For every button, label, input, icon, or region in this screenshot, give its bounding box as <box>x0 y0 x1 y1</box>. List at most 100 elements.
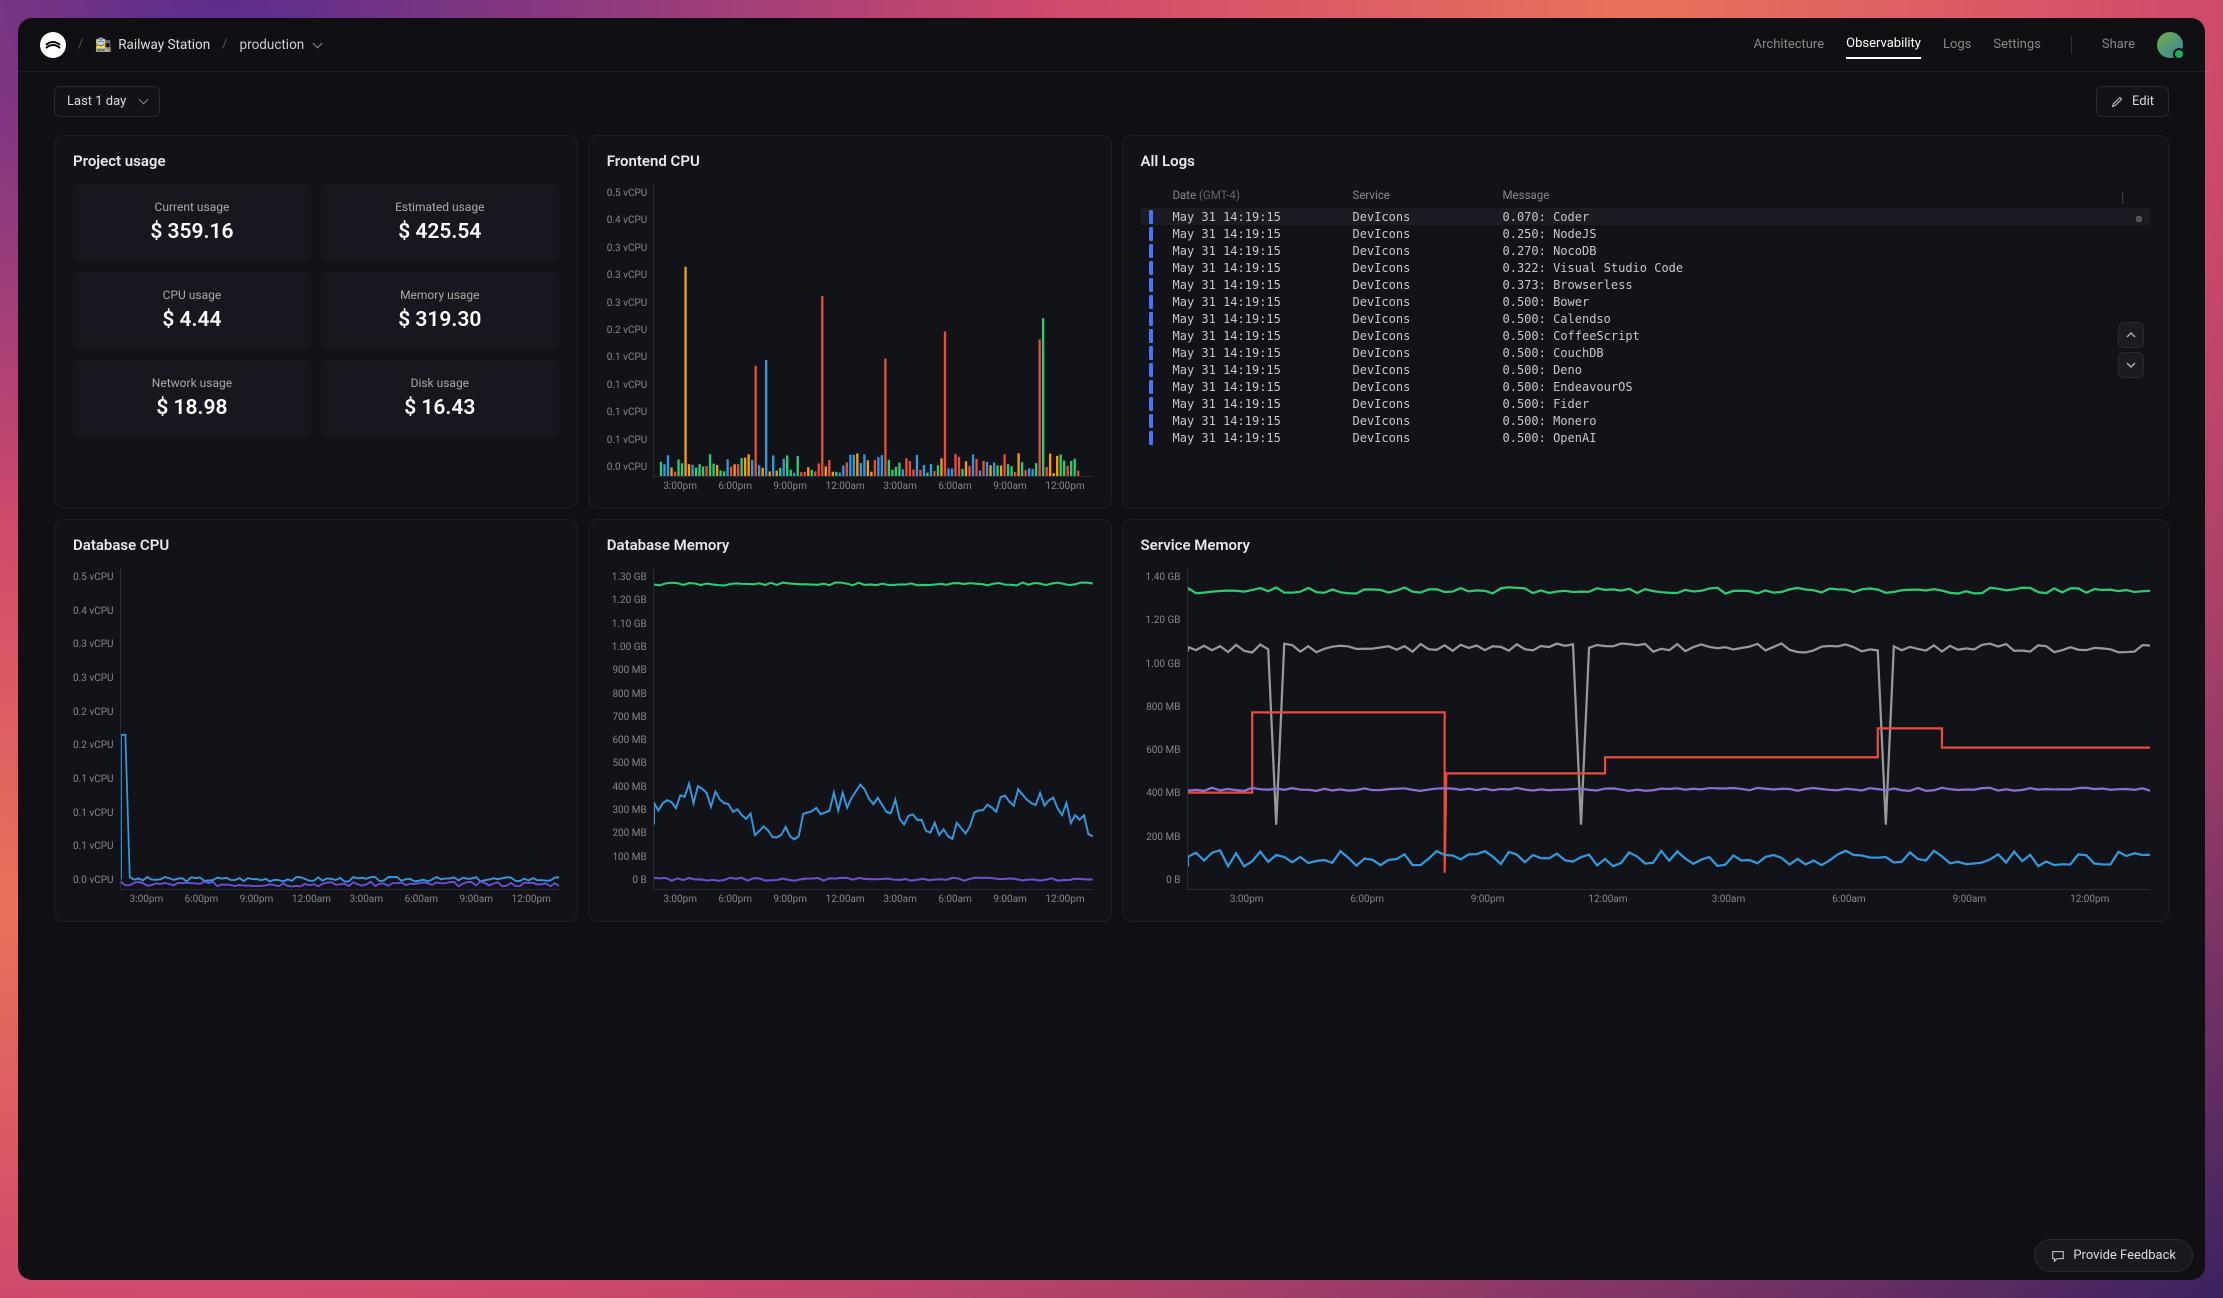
chevron-down-icon <box>136 94 147 109</box>
tab-settings[interactable]: Settings <box>1993 31 2040 58</box>
xtick: 12:00pm <box>1038 894 1093 905</box>
log-row[interactable]: May 31 14:19:15DevIcons0.500: CoffeeScri… <box>1141 327 2151 344</box>
usage-card: Estimated usage $ 425.54 <box>321 184 559 262</box>
log-row[interactable]: May 31 14:19:15DevIcons0.373: Browserles… <box>1141 276 2151 293</box>
log-message: 0.373: Browserless <box>1503 278 2143 292</box>
log-row[interactable]: May 31 14:19:15DevIcons0.322: Visual Stu… <box>1141 259 2151 276</box>
chart-plot[interactable] <box>653 184 1092 477</box>
panel-title: Database Memory <box>607 536 1093 554</box>
col-date: Date <box>1173 188 1197 202</box>
panel-database-memory: Database Memory 1.30 GB1.20 GB1.10 GB1.0… <box>588 519 1112 922</box>
scroll-indicator <box>2136 216 2142 222</box>
ytick: 400 MB <box>607 782 647 793</box>
log-service: DevIcons <box>1353 363 1503 377</box>
xtick: 3:00am <box>873 481 928 492</box>
feedback-button[interactable]: Provide Feedback <box>2034 1239 2193 1272</box>
log-row[interactable]: May 31 14:19:15DevIcons0.070: Coder <box>1141 208 2151 225</box>
ytick: 1.10 GB <box>607 619 647 630</box>
log-date: May 31 14:19:15 <box>1173 227 1353 241</box>
xtick: 12:00am <box>1548 894 1668 905</box>
breadcrumb-sep: / <box>222 37 227 52</box>
presence-badge <box>2173 48 2185 60</box>
log-service: DevIcons <box>1353 261 1503 275</box>
panel-all-logs: All Logs Date (GMT-4) Service Message┆ M… <box>1122 135 2170 509</box>
log-message: 0.500: Fider <box>1503 397 2143 411</box>
chat-icon <box>2051 1249 2065 1263</box>
chart-plot[interactable] <box>120 568 559 890</box>
breadcrumb-project[interactable]: 🚉 Railway Station <box>95 37 210 53</box>
usage-value: $ 319.30 <box>333 308 547 332</box>
log-severity-bar <box>1149 244 1153 258</box>
avatar[interactable] <box>2157 32 2183 58</box>
project-name: Railway Station <box>118 37 210 53</box>
chevron-down-icon <box>310 37 321 53</box>
xtick: 3:00am <box>339 894 394 905</box>
ytick: 500 MB <box>607 758 647 769</box>
ytick: 0.5 vCPU <box>73 572 114 583</box>
ytick: 600 MB <box>607 735 647 746</box>
xtick: 9:00am <box>983 894 1038 905</box>
xtick: 6:00pm <box>1307 894 1427 905</box>
time-range-selector[interactable]: Last 1 day <box>54 86 160 117</box>
log-severity-bar <box>1149 312 1153 326</box>
xtick: 6:00am <box>1789 894 1909 905</box>
edit-button[interactable]: Edit <box>2096 86 2169 117</box>
log-row[interactable]: May 31 14:19:15DevIcons0.500: Bower <box>1141 293 2151 310</box>
log-row[interactable]: May 31 14:19:15DevIcons0.250: NodeJS <box>1141 225 2151 242</box>
xtick: 3:00pm <box>653 894 708 905</box>
ytick: 100 MB <box>607 852 647 863</box>
log-message: 0.500: Calendso <box>1503 312 2143 326</box>
usage-value: $ 4.44 <box>85 308 299 332</box>
tab-architecture[interactable]: Architecture <box>1754 31 1824 58</box>
log-message: 0.500: OpenAI <box>1503 431 2143 445</box>
log-row[interactable]: May 31 14:19:15DevIcons0.500: CouchDB <box>1141 344 2151 361</box>
xtick: 3:00pm <box>119 894 174 905</box>
breadcrumb-sep: / <box>78 37 83 52</box>
xtick: 12:00am <box>284 894 339 905</box>
environment-selector[interactable]: production <box>240 37 322 53</box>
app-logo[interactable] <box>40 32 66 58</box>
ytick: 1.20 GB <box>1141 615 1181 626</box>
log-date: May 31 14:19:15 <box>1173 210 1353 224</box>
tab-observability[interactable]: Observability <box>1846 30 1921 59</box>
log-severity-bar <box>1149 414 1153 428</box>
log-row[interactable]: May 31 14:19:15DevIcons0.500: EndeavourO… <box>1141 378 2151 395</box>
log-date: May 31 14:19:15 <box>1173 244 1353 258</box>
log-service: DevIcons <box>1353 380 1503 394</box>
log-scroll-up-button[interactable] <box>2118 322 2144 348</box>
log-severity-bar <box>1149 278 1153 292</box>
log-service: DevIcons <box>1353 295 1503 309</box>
log-row[interactable]: May 31 14:19:15DevIcons0.500: Monero <box>1141 412 2151 429</box>
ytick: 0.2 vCPU <box>73 740 114 751</box>
ytick: 0.2 vCPU <box>73 707 114 718</box>
log-service: DevIcons <box>1353 346 1503 360</box>
log-row[interactable]: May 31 14:19:15DevIcons0.500: OpenAI <box>1141 429 2151 446</box>
log-scroll-down-button[interactable] <box>2118 352 2144 378</box>
ytick: 1.20 GB <box>607 595 647 606</box>
chart-plot[interactable] <box>653 568 1093 890</box>
usage-label: Memory usage <box>333 288 547 302</box>
ytick: 0 B <box>607 875 647 886</box>
usage-value: $ 425.54 <box>333 220 547 244</box>
chart-plot[interactable] <box>1187 568 2151 890</box>
log-severity-bar <box>1149 380 1153 394</box>
log-row[interactable]: May 31 14:19:15DevIcons0.500: Calendso <box>1141 310 2151 327</box>
ytick: 300 MB <box>607 805 647 816</box>
share-button[interactable]: Share <box>2102 31 2135 58</box>
log-row[interactable]: May 31 14:19:15DevIcons0.500: Deno <box>1141 361 2151 378</box>
log-date: May 31 14:19:15 <box>1173 295 1353 309</box>
xtick: 9:00am <box>983 481 1038 492</box>
log-row[interactable]: May 31 14:19:15DevIcons0.270: NocoDB <box>1141 242 2151 259</box>
log-message: 0.500: EndeavourOS <box>1503 380 2143 394</box>
log-message: 0.270: NocoDB <box>1503 244 2143 258</box>
log-date: May 31 14:19:15 <box>1173 261 1353 275</box>
ytick: 0.4 vCPU <box>73 606 114 617</box>
tab-logs[interactable]: Logs <box>1943 31 1971 58</box>
usage-label: Estimated usage <box>333 200 547 214</box>
log-row[interactable]: May 31 14:19:15DevIcons0.500: Fider <box>1141 395 2151 412</box>
panel-frontend-cpu: Frontend CPU 0.5 vCPU0.4 vCPU0.3 vCPU0.3… <box>588 135 1112 509</box>
time-range-label: Last 1 day <box>67 94 126 109</box>
log-date: May 31 14:19:15 <box>1173 414 1353 428</box>
panel-title: Database CPU <box>73 536 559 554</box>
panel-database-cpu: Database CPU 0.5 vCPU0.4 vCPU0.3 vCPU0.3… <box>54 519 578 922</box>
